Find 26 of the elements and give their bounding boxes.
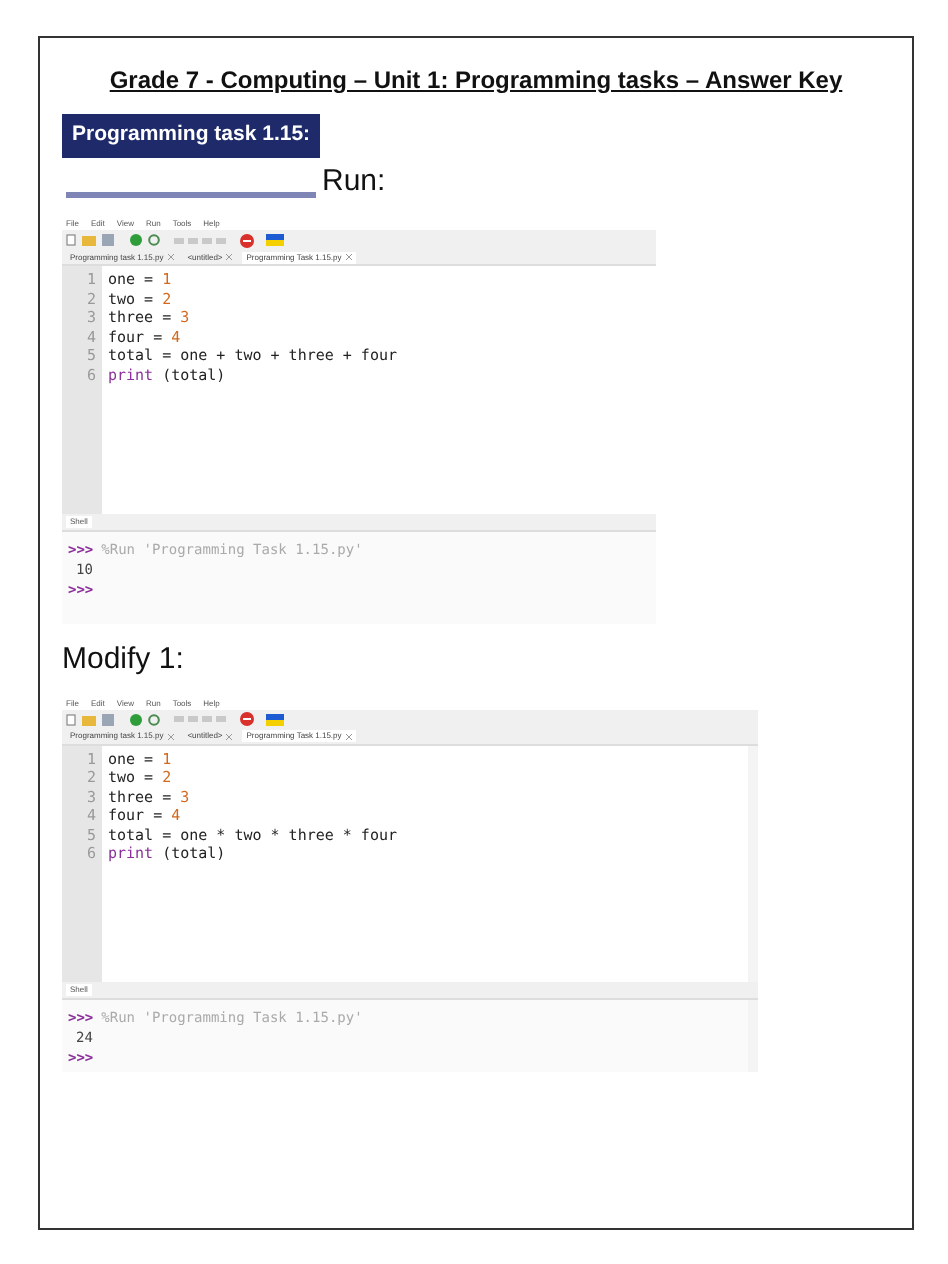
stop-icon[interactable] [240,233,254,248]
section-heading: Run: [322,161,386,202]
debug-icon[interactable] [148,234,160,247]
section-heading: Modify 1: [62,640,184,681]
task-banner: Programming task 1.15: [62,114,321,158]
run-icon[interactable] [130,234,142,247]
flag-icon [266,713,284,726]
stop-icon[interactable] [240,712,254,727]
debug-icon[interactable] [148,713,160,726]
close-icon[interactable] [345,733,352,740]
close-icon[interactable] [345,254,352,261]
save-icon[interactable] [102,713,114,726]
scrollbar[interactable] [748,999,758,1072]
run-icon[interactable] [130,713,142,726]
folder-icon[interactable] [82,713,96,726]
close-icon[interactable] [167,254,174,261]
close-icon[interactable] [226,733,233,740]
new-file-icon[interactable] [66,234,76,247]
page-title: Grade 7 - Computing – Unit 1: Programming tasks – Answer Key [109,64,843,98]
flag-icon [266,234,284,247]
folder-icon[interactable] [82,234,96,247]
scrollbar[interactable] [748,745,758,982]
close-icon[interactable] [167,733,174,740]
new-file-icon[interactable] [66,713,76,726]
save-icon[interactable] [102,234,114,247]
close-icon[interactable] [226,254,233,261]
